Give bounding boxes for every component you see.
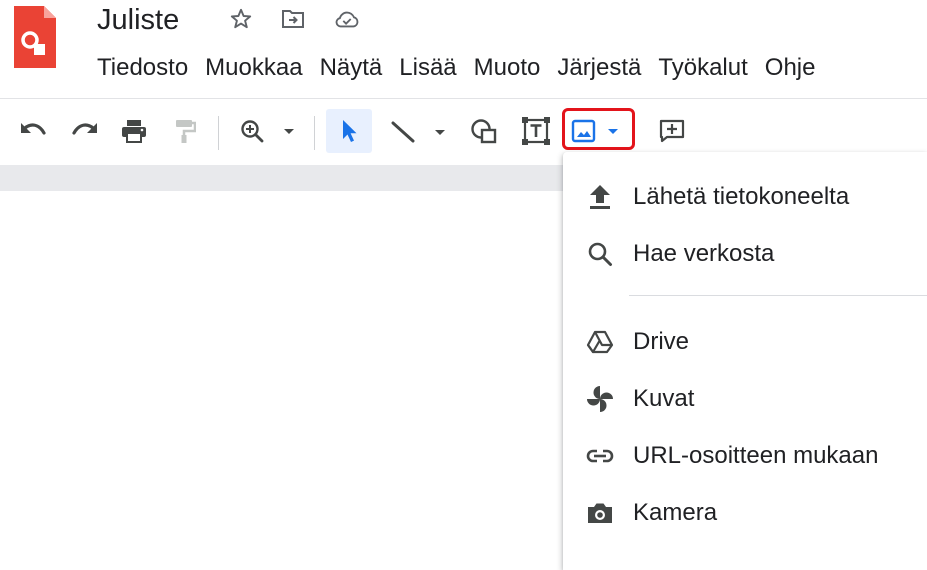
menu-item-upload-from-computer[interactable]: Lähetä tietokoneelta xyxy=(563,172,927,222)
pinwheel-icon xyxy=(585,384,615,414)
menu-lisaa[interactable]: Lisää xyxy=(399,52,456,84)
menu-item-by-url[interactable]: URL-osoitteen mukaan xyxy=(563,431,927,481)
paint-format-icon[interactable] xyxy=(168,109,202,153)
menu-item-label: URL-osoitteen mukaan xyxy=(633,442,879,469)
google-drawings-logo-icon[interactable] xyxy=(10,2,60,72)
comment-icon[interactable] xyxy=(652,109,692,153)
menu-nayta[interactable]: Näytä xyxy=(320,52,383,84)
menu-item-camera[interactable]: Kamera xyxy=(563,488,927,538)
menu-divider xyxy=(629,295,927,296)
menubar: Tiedosto Muokkaa Näytä Lisää Muoto Järje… xyxy=(97,52,832,84)
menu-item-label: Lähetä tietokoneelta xyxy=(633,183,850,210)
zoom-icon[interactable] xyxy=(236,109,302,153)
menu-item-drive[interactable]: Drive xyxy=(563,317,927,367)
move-to-folder-icon[interactable] xyxy=(280,6,306,32)
menu-muoto[interactable]: Muoto xyxy=(474,52,541,84)
menu-item-label: Kamera xyxy=(633,499,718,526)
select-icon[interactable] xyxy=(326,109,372,153)
camera-icon xyxy=(585,498,615,528)
redo-icon[interactable] xyxy=(66,109,104,153)
undo-icon[interactable] xyxy=(14,109,52,153)
menu-tyokalut[interactable]: Työkalut xyxy=(658,52,747,84)
shape-icon[interactable] xyxy=(464,109,504,153)
menu-item-label: Hae verkosta xyxy=(633,240,775,267)
line-icon[interactable] xyxy=(382,109,454,153)
search-icon xyxy=(585,239,615,269)
menu-item-photos[interactable]: Kuvat xyxy=(563,374,927,424)
star-icon[interactable] xyxy=(228,6,254,32)
menu-ohje[interactable]: Ohje xyxy=(765,52,816,84)
upload-icon xyxy=(585,182,615,212)
document-title[interactable]: Juliste xyxy=(97,2,179,38)
toolbar-separator xyxy=(314,116,315,150)
menu-muokkaa[interactable]: Muokkaa xyxy=(205,52,302,84)
toolbar-separator xyxy=(218,116,219,150)
cloud-saved-icon[interactable] xyxy=(334,6,360,32)
insert-image-menu: Lähetä tietokoneelta Hae verkosta Drive xyxy=(563,152,927,570)
menu-item-label: Kuvat xyxy=(633,385,695,412)
menu-tiedosto[interactable]: Tiedosto xyxy=(97,52,188,84)
drive-icon xyxy=(585,327,615,357)
link-icon xyxy=(585,441,615,471)
print-icon[interactable] xyxy=(116,109,152,153)
menu-item-search-web[interactable]: Hae verkosta xyxy=(563,229,927,279)
menu-item-label: Drive xyxy=(633,328,690,355)
text-box-icon[interactable] xyxy=(516,109,556,153)
image-button-highlight xyxy=(562,108,635,150)
menu-jarjesta[interactable]: Järjestä xyxy=(557,52,641,84)
